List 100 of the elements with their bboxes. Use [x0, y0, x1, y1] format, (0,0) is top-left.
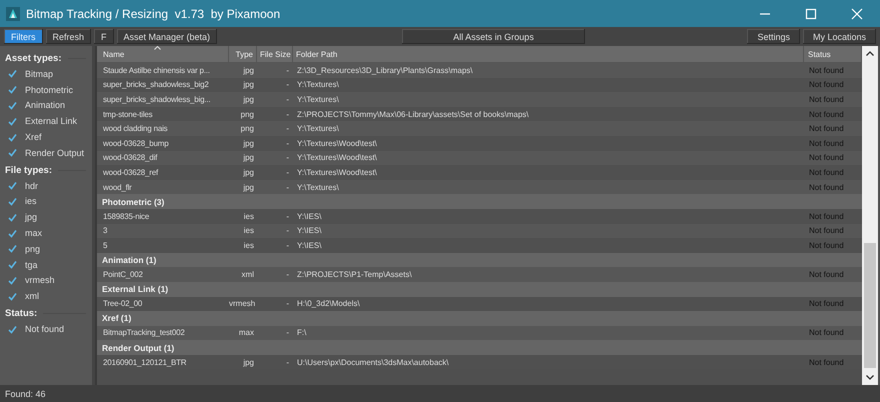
- table-cell-text: H:\0_3d2\Models\: [296, 299, 361, 308]
- table-cell-text: max: [238, 328, 255, 338]
- filter-label[interactable]: Not found: [25, 324, 64, 334]
- table-cell-text: xml: [240, 270, 255, 280]
- filter-label[interactable]: Render Output: [25, 148, 84, 158]
- scroll-down-icon[interactable]: [866, 375, 874, 380]
- table-cell-text: png: [240, 124, 255, 134]
- checkbox[interactable]: [8, 292, 17, 301]
- table-cell-text: Y:\Textures\Wood\test\: [296, 168, 378, 177]
- checkbox[interactable]: [8, 244, 17, 254]
- table-cell-text: png: [240, 110, 255, 119]
- checkbox[interactable]: [8, 228, 17, 238]
- table-cell-text: Y:\Textures\: [296, 94, 340, 104]
- filter-label[interactable]: jpg: [25, 212, 38, 222]
- file-name: BitmapTracking_test002: [102, 328, 186, 338]
- checkbox[interactable]: [8, 132, 17, 142]
- filter-label[interactable]: tga: [25, 260, 38, 270]
- table-cell-text: ies: [242, 226, 255, 236]
- table-cell-text: -: [285, 299, 290, 308]
- table-cell-text: -: [285, 138, 290, 148]
- table-cell-text: -: [285, 124, 290, 134]
- checkbox[interactable]: [8, 260, 17, 270]
- scrollbar[interactable]: [862, 46, 878, 385]
- checkbox[interactable]: [8, 85, 17, 94]
- table-cell-text: Y:\IES\: [296, 212, 322, 221]
- status-text: Found: 46: [5, 388, 46, 398]
- file-name: super_bricks_shadowless_big2: [102, 80, 210, 90]
- filter-label[interactable]: xml: [25, 291, 39, 302]
- scroll-up-icon[interactable]: [866, 51, 874, 56]
- group-header[interactable]: Render Output (1): [97, 342, 174, 353]
- column-header[interactable]: Type: [229, 46, 257, 62]
- checkbox[interactable]: [8, 324, 17, 334]
- filter-label[interactable]: Bitmap: [25, 68, 54, 79]
- filter-label[interactable]: ies: [25, 196, 37, 206]
- table-cell-text: Y:\Textures\: [296, 124, 340, 134]
- status-text: Not found: [808, 168, 845, 177]
- filter-label[interactable]: External Link: [25, 116, 78, 126]
- column-header[interactable]: File Size: [257, 46, 293, 62]
- group-header[interactable]: Animation (1): [97, 255, 156, 266]
- table-cell-text: jpg: [242, 66, 255, 75]
- sort-caret-icon: [154, 46, 161, 50]
- table-cell-text: -: [285, 94, 290, 104]
- file-name: wood_flr: [102, 182, 133, 192]
- checkbox[interactable]: [8, 116, 17, 126]
- toolbar-button[interactable]: My Locations: [802, 29, 876, 44]
- table-cell-text: -: [285, 80, 290, 90]
- filter-label[interactable]: png: [25, 244, 40, 254]
- file-name: Tree-02_00: [102, 299, 144, 308]
- toolbar-button[interactable]: Refresh: [46, 29, 92, 44]
- toolbar-button[interactable]: F: [94, 29, 114, 44]
- checkbox[interactable]: [8, 181, 17, 190]
- table-cell-text: -: [285, 226, 290, 236]
- table-cell-text: -: [285, 153, 290, 162]
- group-header[interactable]: External Link (1): [97, 284, 168, 294]
- table-cell-text: vrmesh: [229, 299, 256, 308]
- status-text: Not found: [808, 138, 845, 148]
- filter-label[interactable]: Xref: [25, 132, 42, 142]
- checkbox[interactable]: [8, 100, 17, 110]
- table-cell-text: jpg: [242, 153, 255, 162]
- checkbox[interactable]: [8, 276, 17, 285]
- app-logo-icon: [6, 6, 20, 20]
- toolbar-button[interactable]: All Assets in Groups: [402, 29, 586, 44]
- checkbox[interactable]: [8, 69, 17, 78]
- table-cell-text: jpg: [242, 138, 255, 148]
- group-header[interactable]: Xref (1): [97, 313, 132, 324]
- status-text: Not found: [808, 212, 845, 221]
- table-cell-text: U:\Users\px\Documents\3dsMax\autoback\: [296, 358, 450, 367]
- file-name: wood-03628_ref: [102, 168, 160, 177]
- table-cell-text: Y:\IES\: [296, 240, 322, 250]
- checkbox[interactable]: [8, 212, 17, 222]
- table-cell-text: F:\: [296, 328, 308, 338]
- toolbar-button[interactable]: Filters: [4, 29, 42, 44]
- file-name: tmp-stone-tiles: [102, 110, 154, 119]
- table-cell-text: jpg: [242, 80, 255, 90]
- file-name: 1589835-nice: [102, 212, 150, 221]
- checkbox[interactable]: [8, 196, 17, 206]
- filter-label[interactable]: Animation: [25, 100, 66, 110]
- file-name: PointC_002: [102, 270, 144, 280]
- table-cell-text: -: [285, 212, 290, 221]
- filter-label[interactable]: hdr: [25, 180, 38, 191]
- table-cell-text: Z:\3D_Resources\3D_Library\Plants\Grass\maps\: [296, 66, 474, 75]
- file-name: Staude Astilbe chinensis var p...: [102, 66, 211, 75]
- toolbar-button[interactable]: Settings: [747, 29, 800, 44]
- filter-label[interactable]: Photometric: [25, 84, 74, 95]
- toolbar-button[interactable]: Asset Manager (beta): [116, 29, 218, 44]
- checkbox[interactable]: [8, 148, 17, 158]
- table-cell-text: Z:\PROJECTS\P1-Temp\Assets\: [296, 270, 413, 280]
- status-text: Not found: [808, 299, 845, 308]
- table-cell-text: -: [285, 110, 290, 119]
- filter-label[interactable]: max: [25, 228, 42, 238]
- column-header[interactable]: Folder Path: [293, 46, 804, 62]
- column-header[interactable]: Name: [97, 46, 229, 62]
- status-text: Not found: [808, 328, 845, 338]
- filter-label[interactable]: vrmesh: [25, 275, 55, 286]
- group-header[interactable]: Photometric (3): [97, 196, 164, 207]
- table-cell-text: jpg: [242, 168, 255, 177]
- table-cell-text: Y:\Textures\: [296, 80, 340, 90]
- scrollbar-thumb[interactable]: [864, 243, 876, 368]
- table-cell-text: -: [285, 240, 290, 250]
- section-title: File types:: [5, 164, 52, 176]
